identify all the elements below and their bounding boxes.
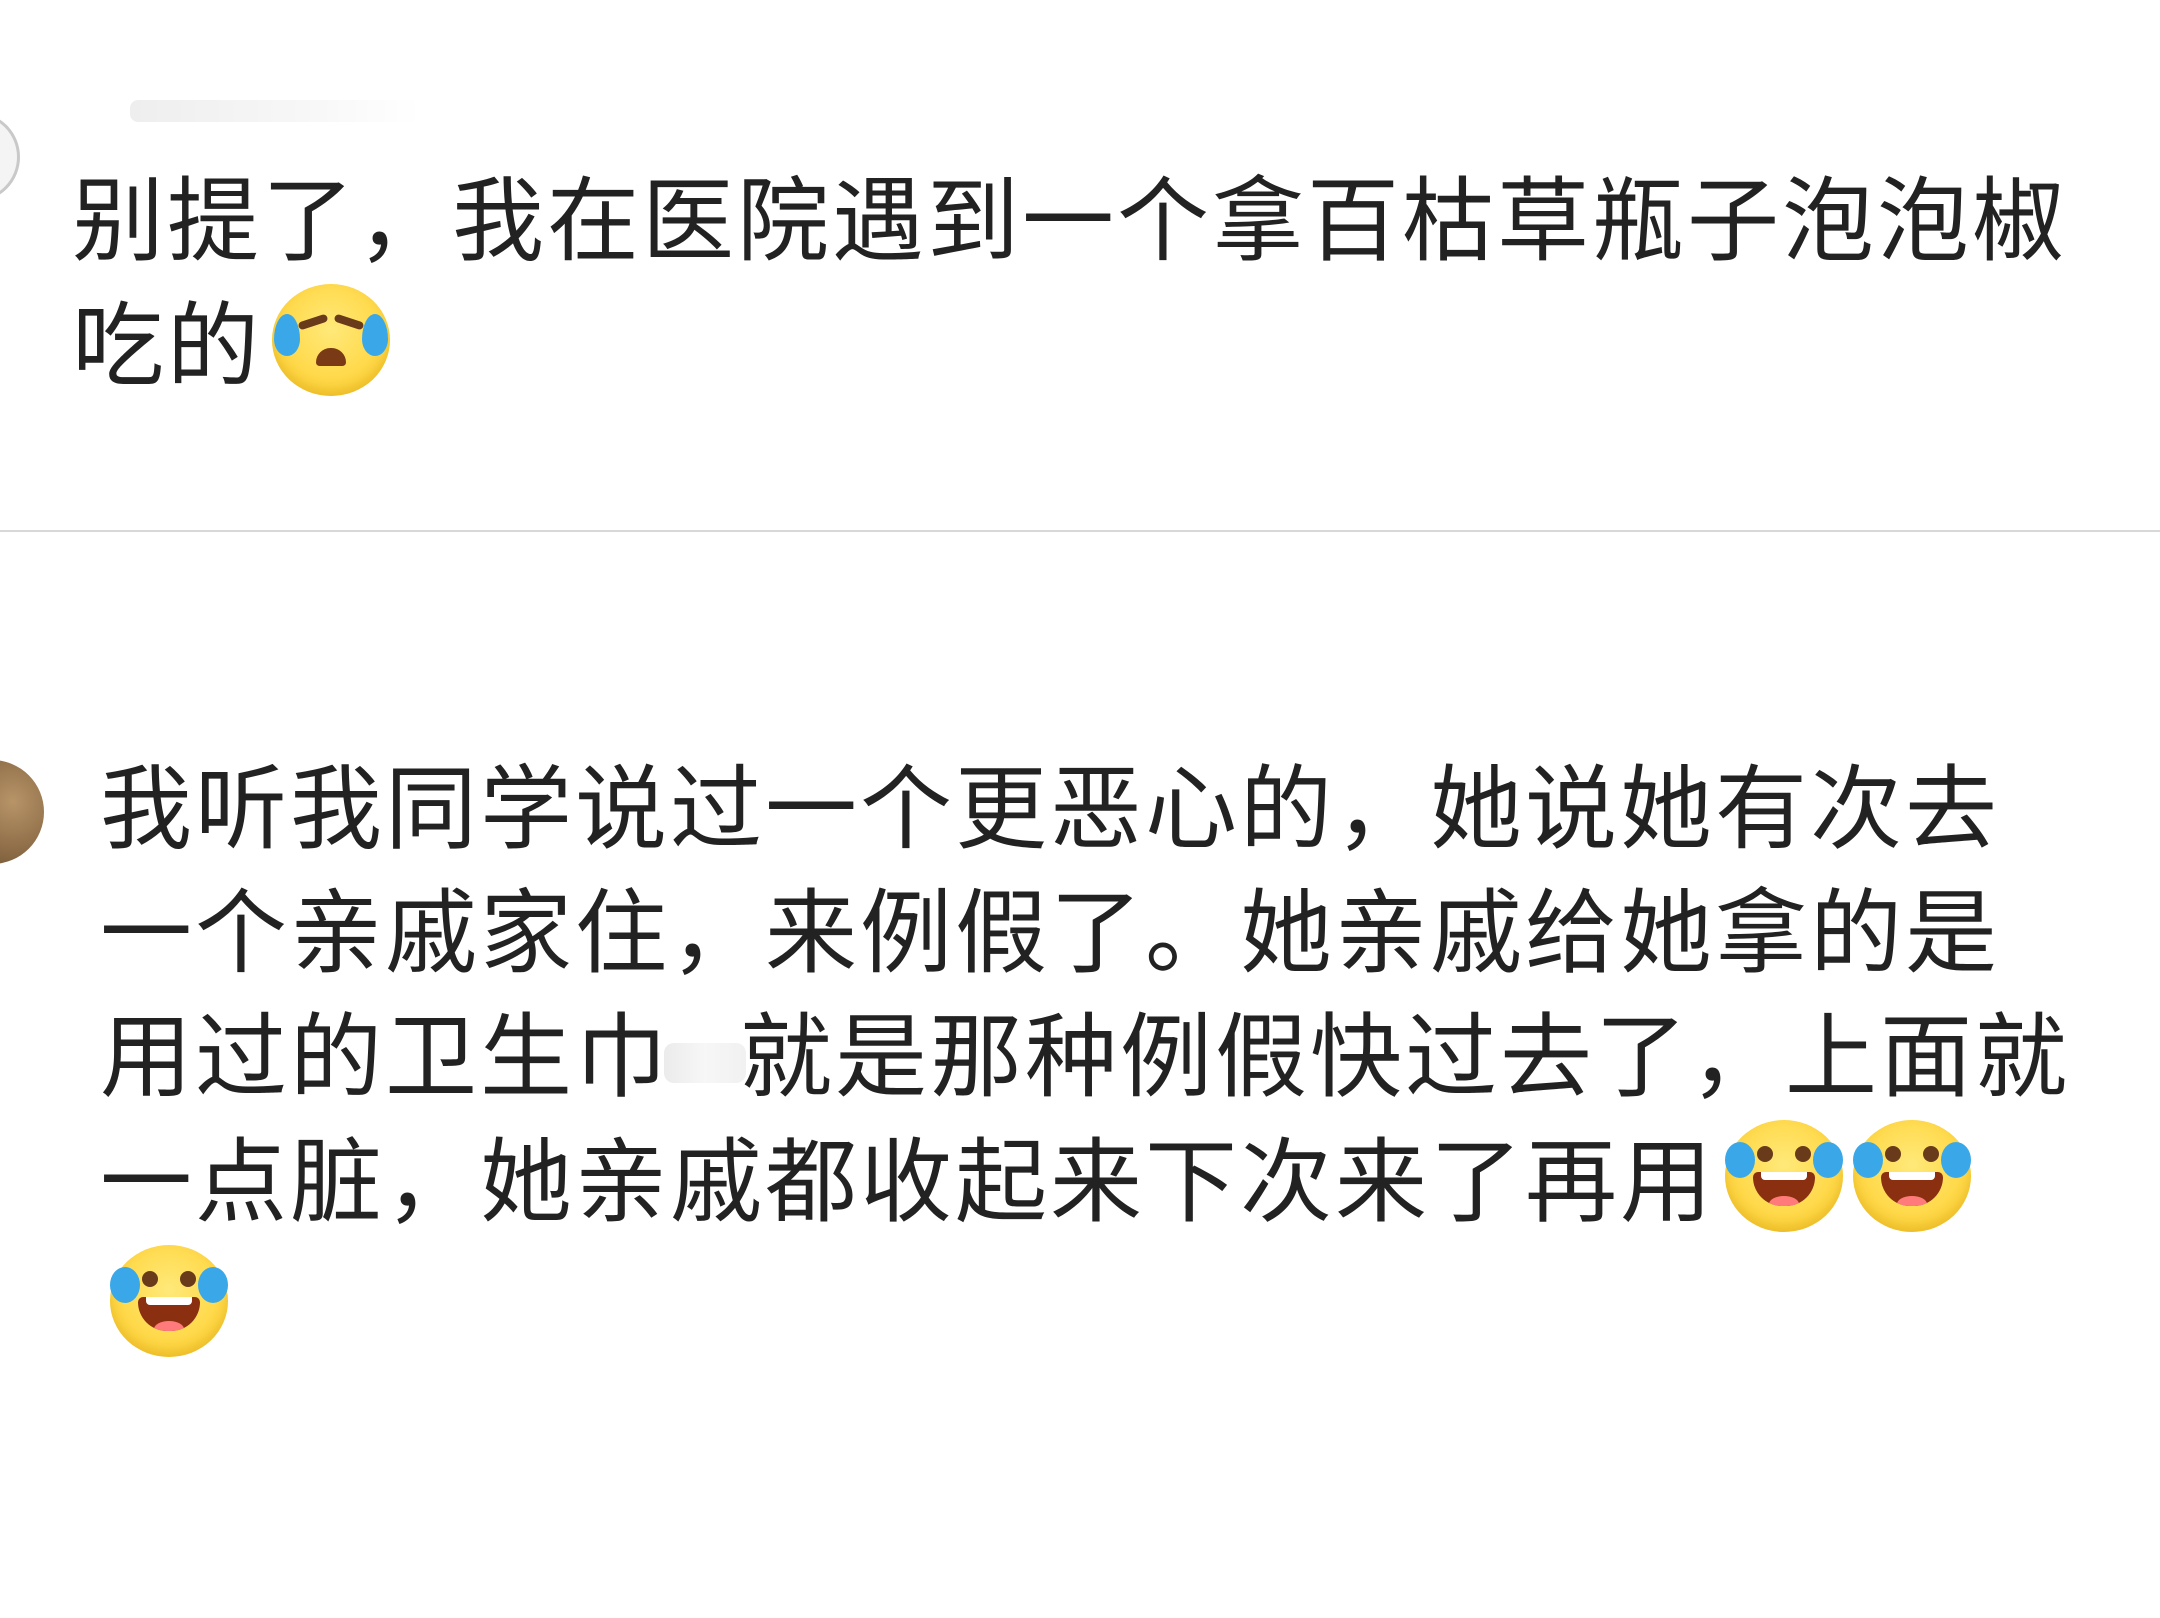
username-placeholder	[130, 100, 420, 122]
avatar[interactable]	[0, 760, 44, 864]
laughing-crying-face-icon	[1853, 1120, 1972, 1232]
comment-card[interactable]: 我听我同学说过一个更恶心的，她说她有次去一个亲戚家住，来例假了。她亲戚给她拿的是…	[0, 532, 2160, 1618]
blurred-character	[664, 1043, 747, 1083]
comment-text: 别提了，我在医院遇到一个拿百枯草瓶子泡泡椒吃的	[72, 160, 2082, 409]
crying-face-icon	[272, 284, 391, 396]
laughing-crying-face-icon	[1725, 1120, 1844, 1232]
comment-text: 我听我同学说过一个更恶心的，她说她有次去一个亲戚家住，来例假了。她亲戚给她拿的是…	[100, 748, 2080, 1370]
laughing-crying-face-icon	[110, 1245, 228, 1357]
avatar[interactable]	[0, 112, 20, 202]
comment-card[interactable]: 别提了，我在医院遇到一个拿百枯草瓶子泡泡椒吃的	[0, 0, 2160, 530]
